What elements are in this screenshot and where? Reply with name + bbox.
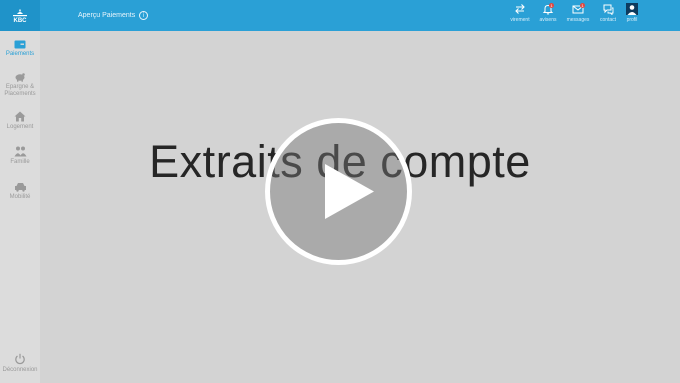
svg-text:KBC: KBC <box>14 18 28 23</box>
sidebar-item-epargne[interactable]: Epargne & Placements <box>0 72 40 98</box>
transfer-icon <box>515 4 525 14</box>
user-icon <box>626 3 638 15</box>
logout-label: Déconnexion <box>2 367 38 373</box>
kbc-logo-icon: KBC <box>13 9 28 23</box>
nav-virement[interactable]: virement <box>508 3 532 29</box>
sidebar-item-label: Mobilité <box>9 194 31 200</box>
notification-badge: 1 <box>549 3 554 8</box>
breadcrumb-label: Aperçu Paiements <box>78 12 136 19</box>
nav-label: messages <box>566 17 590 23</box>
sidebar-item-label: Logement <box>6 124 34 130</box>
card-icon <box>14 40 26 49</box>
nav-profil[interactable]: profil <box>622 3 642 29</box>
nav-label: avisens <box>539 17 557 23</box>
logout-button[interactable]: Déconnexion <box>0 353 40 374</box>
nav-avisens[interactable]: 1 avisens <box>536 3 560 29</box>
chat-icon <box>603 4 614 15</box>
sidebar-item-label: Paiements <box>5 51 35 57</box>
sidebar: Paiements Epargne & Placements Logement … <box>0 31 40 383</box>
house-icon <box>14 111 26 122</box>
nav-label: virement <box>510 17 530 23</box>
top-bar: KBC Aperçu Paiements i virement 1 avisen… <box>0 0 680 31</box>
play-icon <box>325 164 374 219</box>
breadcrumb: Aperçu Paiements i <box>78 11 149 20</box>
sidebar-item-paiements[interactable]: Paiements <box>0 40 40 58</box>
nav-messages[interactable]: 1 messages <box>564 3 592 29</box>
sidebar-item-label: Epargne & Placements <box>4 84 36 97</box>
piggy-bank-icon <box>15 73 25 82</box>
power-icon <box>15 353 25 365</box>
nav-label: profil <box>626 17 638 23</box>
sidebar-item-logement[interactable]: Logement <box>0 111 40 131</box>
play-button[interactable] <box>265 118 412 265</box>
notification-badge: 1 <box>580 3 585 8</box>
info-icon[interactable]: i <box>139 11 149 20</box>
nav-contact[interactable]: contact <box>597 3 619 29</box>
kbc-logo[interactable]: KBC <box>0 0 40 31</box>
nav-label: contact <box>599 17 617 23</box>
